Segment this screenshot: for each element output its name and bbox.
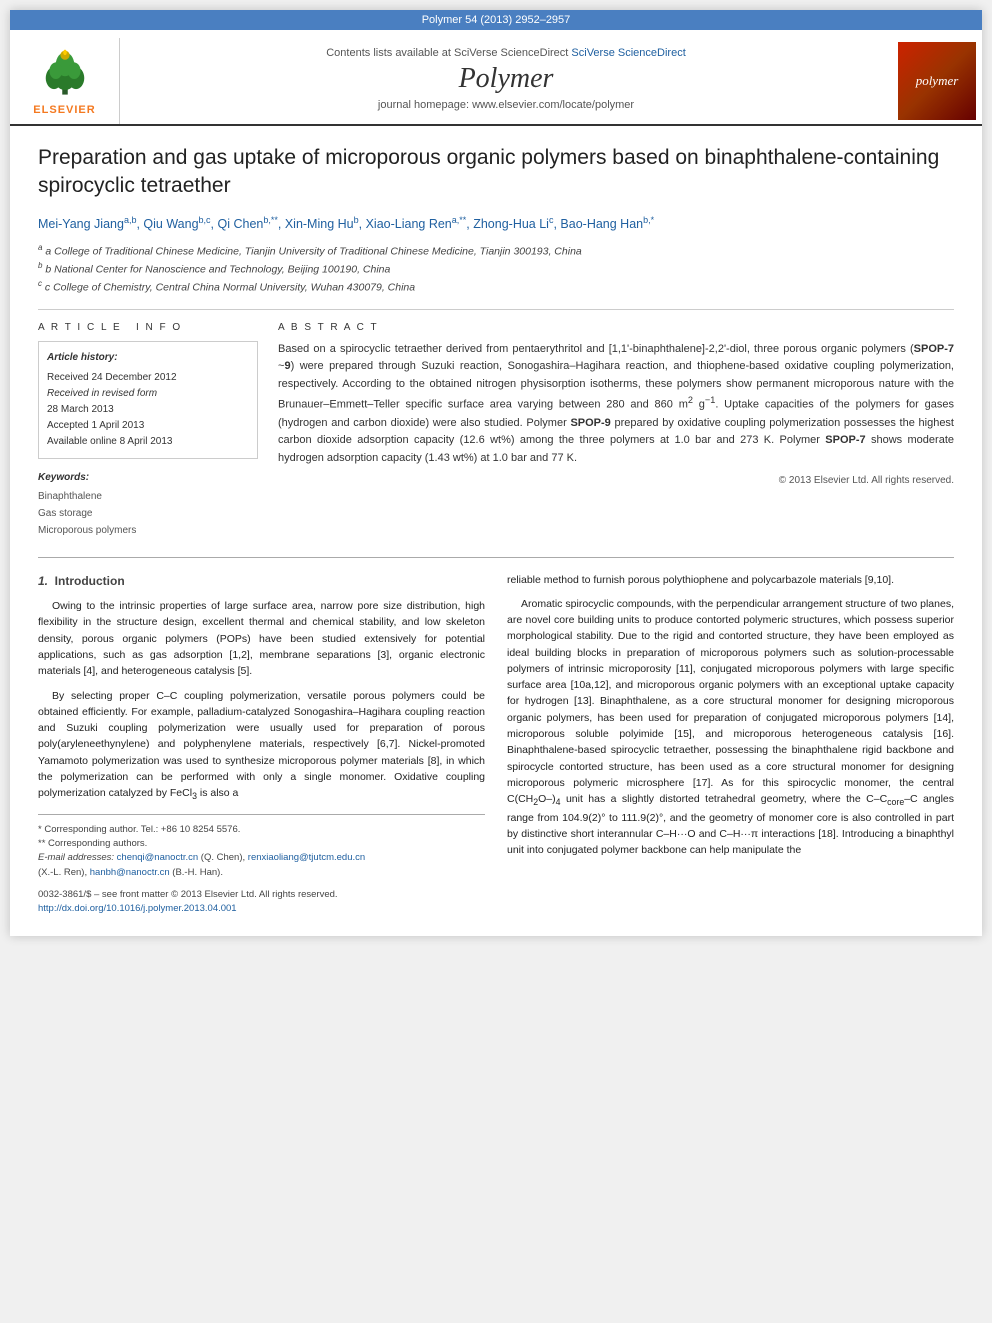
doi-line: http://dx.doi.org/10.1016/j.polymer.2013…	[38, 902, 485, 916]
elsevier-tree-icon	[35, 46, 95, 101]
journal-header: ELSEVIER Contents lists available at Sci…	[10, 30, 982, 126]
article-history-box: Article history: Received 24 December 20…	[38, 341, 258, 459]
keyword-1: Binaphthalene	[38, 488, 258, 505]
article-info-abstract-section: A R T I C L E I N F O Article history: R…	[38, 309, 954, 539]
received-revised-date: 28 March 2013	[47, 402, 249, 418]
received-revised-label: Received in revised form	[47, 386, 249, 402]
author-bao-hang: Bao-Hang Han	[560, 217, 643, 231]
footnote-doublestar: ** Corresponding authors.	[38, 837, 485, 851]
body-content: 1. Introduction Owing to the intrinsic p…	[38, 572, 954, 917]
journal-homepage-line: journal homepage: www.elsevier.com/locat…	[378, 99, 634, 111]
email-link-chen[interactable]: chenqi@nanoctr.cn	[117, 852, 198, 863]
copyright-line: © 2013 Elsevier Ltd. All rights reserved…	[278, 475, 954, 486]
keyword-3: Microporous polymers	[38, 522, 258, 539]
journal-volume-bar: Polymer 54 (2013) 2952–2957	[10, 10, 982, 30]
email-link-han[interactable]: hanbh@nanoctr.cn	[90, 867, 170, 878]
author-xiao-liang: Xiao-Liang Ren	[366, 217, 452, 231]
author-zhong-hua: Zhong-Hua Li	[473, 217, 549, 231]
affiliation-b: b b National Center for Nanoscience and …	[38, 260, 954, 278]
abstract-body: Based on a spirocyclic tetraether derive…	[278, 341, 954, 468]
affiliations: a a College of Traditional Chinese Medic…	[38, 242, 954, 297]
journal-name-display: Polymer	[459, 63, 554, 95]
article-title: Preparation and gas uptake of microporou…	[38, 144, 954, 201]
sciverse-link[interactable]: SciVerse ScienceDirect	[571, 47, 685, 59]
available-online: Available online 8 April 2013	[47, 434, 249, 450]
left-column: A R T I C L E I N F O Article history: R…	[38, 322, 258, 539]
intro-section-title: 1. Introduction	[38, 572, 485, 591]
elsevier-logo-section: ELSEVIER	[10, 38, 120, 124]
footnotes: * Corresponding author. Tel.: +86 10 825…	[38, 814, 485, 917]
affiliation-a: a a College of Traditional Chinese Medic…	[38, 242, 954, 260]
intro-para-1: Owing to the intrinsic properties of lar…	[38, 598, 485, 679]
keywords-box: Keywords: Binaphthalene Gas storage Micr…	[38, 469, 258, 539]
journal-volume-text: Polymer 54 (2013) 2952–2957	[422, 14, 571, 26]
keyword-2: Gas storage	[38, 505, 258, 522]
elsevier-label: ELSEVIER	[33, 104, 95, 116]
body-left-column: 1. Introduction Owing to the intrinsic p…	[38, 572, 485, 917]
authors-line: Mei-Yang Jianga,b, Qiu Wangb,c, Qi Chenb…	[38, 213, 954, 234]
article-history-title: Article history:	[47, 350, 249, 366]
author-qi-chen: Qi Chen	[218, 217, 264, 231]
intro-para-2: By selecting proper C–C coupling polymer…	[38, 688, 485, 804]
right-column: A B S T R A C T Based on a spirocyclic t…	[278, 322, 954, 539]
section-divider	[38, 557, 954, 558]
issn-line: 0032-3861/$ – see front matter © 2013 El…	[38, 888, 485, 902]
abstract-heading: A B S T R A C T	[278, 322, 954, 333]
keywords-title: Keywords:	[38, 469, 258, 486]
sciverse-line: Contents lists available at SciVerse Sci…	[326, 47, 686, 59]
doi-link[interactable]: http://dx.doi.org/10.1016/j.polymer.2013…	[38, 903, 237, 914]
affiliation-c: c c College of Chemistry, Central China …	[38, 278, 954, 296]
author-mei-yang: Mei-Yang Jiang	[38, 217, 124, 231]
received-date: Received 24 December 2012	[47, 370, 249, 386]
journal-center-info: Contents lists available at SciVerse Sci…	[120, 38, 892, 124]
main-content: Preparation and gas uptake of microporou…	[10, 126, 982, 936]
author-xin-ming: Xin-Ming Hu	[285, 217, 354, 231]
right-para-1: reliable method to furnish porous polyth…	[507, 572, 954, 588]
accepted-date: Accepted 1 April 2013	[47, 418, 249, 434]
author-qiu-wang: Qiu Wang	[143, 217, 198, 231]
right-para-2: Aromatic spirocyclic compounds, with the…	[507, 596, 954, 859]
body-right-column: reliable method to furnish porous polyth…	[507, 572, 954, 917]
email-link-ren[interactable]: renxiaoliang@tjutcm.edu.cn	[248, 852, 365, 863]
page: Polymer 54 (2013) 2952–2957 ELSEVIER	[10, 10, 982, 936]
article-info-heading: A R T I C L E I N F O	[38, 322, 258, 333]
polymer-logo-box: polymer	[898, 42, 976, 120]
polymer-logo-right: polymer	[892, 38, 982, 124]
footnote-star: * Corresponding author. Tel.: +86 10 825…	[38, 823, 485, 837]
footnote-email: E-mail addresses: chenqi@nanoctr.cn (Q. …	[38, 851, 485, 880]
